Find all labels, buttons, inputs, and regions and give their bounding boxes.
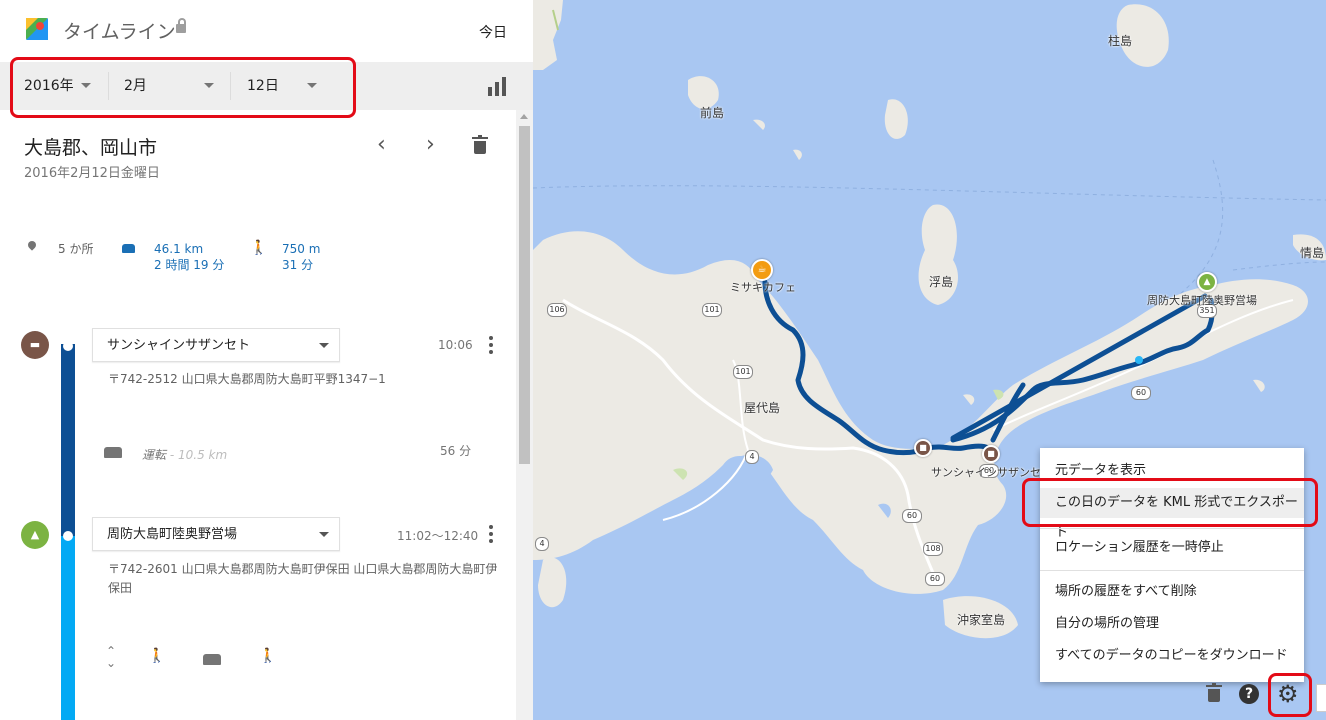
more-options-icon[interactable] (489, 525, 493, 543)
header: タイムライン 今日 (0, 0, 533, 62)
timeline-segment-drive (61, 344, 75, 536)
place-address: 〒742-2512 山口県大島郡周防大島町平野1347−1 (108, 372, 386, 386)
car-icon[interactable] (203, 654, 221, 665)
drive-distance: 46.1 km (154, 242, 204, 256)
map-label-yashiro: 屋代島 (744, 401, 781, 415)
place-name: 周防大島町陸奥野営場 (107, 527, 238, 542)
route-shield: 60 (1131, 386, 1151, 400)
campsite-icon: ▲ (21, 521, 49, 549)
hotel-pin-icon[interactable]: ■ (914, 439, 932, 457)
timeline-node (63, 531, 73, 541)
route-shield: 101 (733, 365, 753, 379)
location-date: 2016年2月12日金曜日 (24, 166, 160, 181)
timeline-node (63, 341, 73, 351)
expand-collapse-icon[interactable]: ⌃ ⌄ (106, 645, 116, 669)
menu-divider (1040, 528, 1304, 529)
delete-icon[interactable] (1206, 683, 1222, 702)
google-maps-logo-icon (26, 18, 48, 40)
route-shield: 60 (902, 509, 922, 523)
place-name: サンシャインサザンセト (107, 338, 251, 353)
walk-icon[interactable]: 🚶 (259, 648, 276, 664)
chevron-down-icon (319, 343, 329, 348)
map-label-hashira: 柱島 (1108, 34, 1133, 48)
places-count: 5 か所 (58, 242, 94, 256)
route-shield: 108 (923, 542, 943, 556)
map-label-uki: 浮島 (929, 275, 954, 289)
menu-item-manage-places[interactable]: 自分の場所の管理 (1040, 613, 1304, 635)
timeline-segment-walk (61, 536, 75, 720)
timeline-panel: タイムライン 今日 2016年 2月 12日 大島郡、岡山市 2016年2月12… (0, 0, 533, 720)
drive-label: 運転 (142, 448, 167, 462)
place-address: 〒742-2601 山口県大島郡周防大島町伊保田 山口県大島郡周防大島町伊保田 (108, 562, 498, 595)
drive-segment[interactable]: 運転 - 10.5 km (142, 446, 227, 463)
lock-icon (176, 18, 186, 33)
walk-icon: 🚶 (250, 240, 268, 256)
route-shield: 4 (535, 537, 549, 551)
bar-chart-icon[interactable] (487, 76, 507, 96)
walk-time: 31 分 (282, 258, 314, 272)
delete-day-icon[interactable] (472, 135, 488, 154)
route-shield: 101 (702, 303, 722, 317)
drive-time: 2 時間 19 分 (154, 258, 225, 272)
hotel-pin-icon[interactable]: ■ (982, 445, 1000, 463)
walk-distance: 750 m (282, 242, 321, 256)
place-select[interactable]: サンシャインサザンセト (92, 328, 340, 362)
car-icon (104, 447, 122, 458)
car-icon (122, 244, 135, 253)
menu-item-download-data[interactable]: すべてのデータのコピーをダウンロード (1040, 645, 1304, 667)
route-shield: 106 (547, 303, 567, 317)
place-time: 11:02〜12:40 (397, 529, 479, 543)
menu-item-pause-history[interactable]: ロケーション履歴を一時停止 (1040, 537, 1304, 559)
scrollbar-thumb[interactable] (519, 126, 530, 464)
page-title: タイムライン (63, 21, 176, 43)
map-label-jouna: 情島 (1300, 246, 1325, 260)
highlight-box (1268, 673, 1312, 717)
chevron-right-icon[interactable]: › (426, 134, 435, 156)
route-shield: 4 (745, 450, 759, 464)
place-select[interactable]: 周防大島町陸奥野営場 (92, 517, 340, 551)
map-label-mae: 前島 (700, 106, 725, 120)
menu-item-delete-history[interactable]: 場所の履歴をすべて削除 (1040, 581, 1304, 603)
chevron-left-icon[interactable]: ‹ (377, 134, 386, 156)
walk-icon[interactable]: 🚶 (148, 648, 165, 664)
drive-duration: 56 分 (440, 444, 472, 458)
highlight-box (10, 57, 356, 118)
today-button[interactable]: 今日 (479, 22, 507, 42)
more-options-icon[interactable] (489, 336, 493, 354)
highlight-box (1022, 478, 1318, 527)
map-label-cafe: ミサキカフェ (730, 281, 796, 294)
map-label-camp: 周防大島町陸奥野営場 (1147, 294, 1257, 307)
hotel-icon: ▬ (21, 331, 49, 359)
collapsed-panel-tab[interactable] (1316, 684, 1326, 712)
route-shield: 60 (925, 572, 945, 586)
place-pin-icon (26, 239, 38, 251)
campsite-pin-icon[interactable]: ▲ (1197, 272, 1217, 292)
location-title: 大島郡、岡山市 (24, 137, 158, 159)
drive-distance: - 10.5 km (169, 448, 228, 462)
place-time: 10:06 (438, 338, 473, 352)
cafe-pin-icon[interactable]: ☕ (751, 259, 773, 281)
map-label-okikamuro: 沖家室島 (957, 613, 1006, 627)
scroll-up-icon[interactable] (520, 114, 528, 119)
menu-divider (1040, 570, 1304, 571)
chevron-down-icon (319, 532, 329, 537)
help-icon[interactable]: ? (1239, 684, 1259, 704)
